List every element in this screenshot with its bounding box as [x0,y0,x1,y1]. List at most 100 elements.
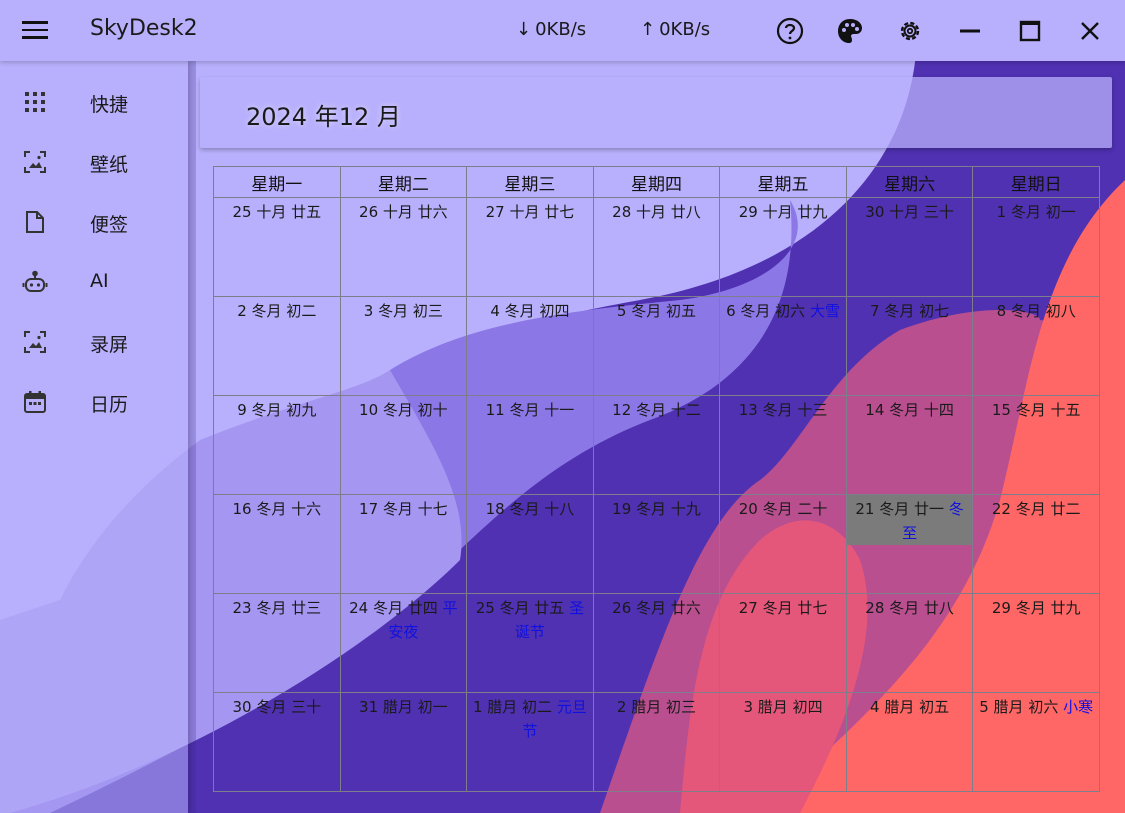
calendar-day-cell[interactable]: 7 冬月 初七 [845,296,974,396]
calendar-day-cell[interactable]: 27 冬月 廿七 [719,593,847,693]
calendar-day-cell[interactable]: 9 冬月 初九 [213,395,341,495]
calendar-day-cell[interactable]: 2 冬月 初二 [213,296,341,396]
calendar-day-cell[interactable]: 17 冬月 十七 [339,494,468,594]
calendar-day-cell[interactable]: 13 冬月 十三 [719,395,847,495]
calendar-day-cell[interactable]: 12 冬月 十二 [592,395,721,495]
day-content: 24 冬月 廿四 平安夜 [341,594,467,644]
day-lunar-label: 31 腊月 初一 [359,698,448,716]
sidebar-item-label: 壁纸 [90,154,129,176]
day-lunar-label: 26 冬月 廿六 [612,599,701,617]
day-content: 4 冬月 初四 [467,297,593,323]
sidebar-item-label: 日历 [90,394,129,416]
day-content: 20 冬月 二十 [720,495,846,521]
day-lunar-label: 7 冬月 初七 [870,302,950,320]
day-lunar-label: 18 冬月 十八 [485,500,575,518]
calendar-day-cell[interactable]: 27 十月 廿七 [466,197,594,297]
day-content: 26 十月 廿六 [341,198,467,224]
calendar-day-cell[interactable]: 5 冬月 初五 [592,296,721,396]
calendar-day-cell[interactable]: 2 腊月 初三 [592,692,721,792]
month-header: 2024 年12 月 [200,77,1112,148]
day-lunar-label: 1 冬月 初一 [996,203,1076,221]
calendar-day-cell[interactable]: 18 冬月 十八 [466,494,594,594]
day-content: 8 冬月 初八 [973,297,1099,323]
close-icon[interactable] [1075,16,1105,46]
calendar-day-cell[interactable]: 3 腊月 初四 [719,692,847,792]
calendar-day-cell[interactable]: 16 冬月 十六 [213,494,341,594]
calendar-day-cell[interactable]: 29 十月 廿九 [719,197,847,297]
calendar-day-cell[interactable]: 26 冬月 廿六 [592,593,721,693]
day-content: 6 冬月 初六 大雪 [720,297,846,323]
help-icon[interactable] [775,16,805,46]
festival-label: 小寒 [1063,698,1094,716]
day-content: 28 冬月 廿八 [847,594,973,620]
calendar-day-cell[interactable]: 14 冬月 十四 [845,395,974,495]
day-content: 1 冬月 初一 [973,198,1099,224]
day-lunar-label: 14 冬月 十四 [865,401,954,419]
calendar-day-cell[interactable]: 21 冬月 廿一 冬至 [845,494,974,594]
app-title: SkyDesk2 [90,16,198,41]
calendar-day-cell[interactable]: 20 冬月 二十 [719,494,847,594]
weekday-header: 星期四 [592,166,721,198]
day-content: 31 腊月 初一 [341,693,467,719]
minimize-icon[interactable] [955,16,985,46]
calendar-week-row: 23 冬月 廿三 24 冬月 廿四 平安夜 25 冬月 廿五 圣诞节 26 冬月 廿六… [213,593,1100,693]
calendar-day-cell[interactable]: 25 冬月 廿五 圣诞节 [466,593,594,693]
sidebar-item-wallpaper[interactable]: 壁纸 [0,141,188,181]
calendar-day-cell[interactable]: 3 冬月 初三 [339,296,468,396]
day-lunar-label: 15 冬月 十五 [991,401,1081,419]
calendar-day-cell[interactable]: 22 冬月 廿二 [972,494,1100,594]
calendar-day-cell[interactable]: 26 十月 廿六 [339,197,468,297]
calendar-day-cell[interactable]: 6 冬月 初六 大雪 [719,296,847,396]
day-lunar-label: 27 冬月 廿七 [738,599,828,617]
palette-icon[interactable] [835,16,865,46]
calendar-day-cell[interactable]: 29 冬月 廿九 [972,593,1100,693]
sidebar-item-screen-record[interactable]: 录屏 [0,321,188,361]
day-lunar-label: 23 冬月 廿三 [232,599,322,617]
day-content: 10 冬月 初十 [341,396,467,422]
day-content: 7 冬月 初七 [847,297,973,323]
day-lunar-label: 17 冬月 十七 [359,500,448,518]
day-lunar-label: 29 十月 廿九 [738,203,828,221]
calendar-day-cell[interactable]: 31 腊月 初一 [339,692,468,792]
sidebar-item-label: 便签 [90,214,129,236]
day-content: 27 十月 廿七 [467,198,593,224]
calendar-day-cell[interactable]: 4 冬月 初四 [466,296,594,396]
day-lunar-label: 22 冬月 廿二 [991,500,1081,518]
day-content: 21 冬月 廿一 冬至 [846,495,973,545]
calendar-day-cell[interactable]: 25 十月 廿五 [213,197,341,297]
calendar-week-row: 2 冬月 初二 3 冬月 初三 4 冬月 初四 5 冬月 初五 6 冬月 初六 大雪 7 … [213,296,1100,396]
calendar-day-cell[interactable]: 1 腊月 初二 元旦节 [466,692,594,792]
calendar-day-cell[interactable]: 1 冬月 初一 [972,197,1100,297]
calendar-day-cell[interactable]: 5 腊月 初六 小寒 [972,692,1100,792]
download-speed-value: 0KB/s [535,19,587,40]
day-lunar-label: 28 十月 廿八 [612,203,701,221]
calendar-day-cell[interactable]: 19 冬月 十九 [592,494,721,594]
weekday-header-row: 星期一 星期二 星期三 星期四 星期五 星期六 星期日 [213,166,1100,198]
calendar-day-cell[interactable]: 28 十月 廿八 [592,197,721,297]
calendar-day-cell[interactable]: 28 冬月 廿八 [845,593,974,693]
calendar-day-cell[interactable]: 15 冬月 十五 [972,395,1100,495]
maximize-icon[interactable] [1015,16,1045,46]
day-lunar-label: 4 腊月 初五 [870,698,950,716]
calendar-day-cell[interactable]: 11 冬月 十一 [466,395,594,495]
sidebar-item-shortcuts[interactable]: 快捷 [0,81,188,121]
day-lunar-label: 2 腊月 初三 [616,698,697,716]
calendar-day-cell[interactable]: 30 冬月 三十 [213,692,341,792]
gear-icon[interactable] [895,16,925,46]
sidebar-item-notes[interactable]: 便签 [0,201,188,241]
title-bar: SkyDesk2 ↓ 0KB/s ↑ 0KB/s [0,0,1125,61]
calendar-day-cell[interactable]: 24 冬月 廿四 平安夜 [339,593,468,693]
sidebar-item-ai[interactable]: AI [0,261,188,301]
weekday-header: 星期二 [339,166,468,198]
calendar-day-cell[interactable]: 30 十月 三十 [845,197,974,297]
sidebar-item-label: AI [90,270,109,292]
calendar-day-cell[interactable]: 23 冬月 廿三 [213,593,341,693]
menu-icon[interactable] [20,18,50,44]
sidebar-item-calendar[interactable]: 日历 [0,381,188,421]
day-lunar-label: 1 腊月 初二 [472,698,553,716]
calendar-day-cell[interactable]: 8 冬月 初八 [972,296,1100,396]
day-content: 13 冬月 十三 [720,396,846,422]
day-lunar-label: 11 冬月 十一 [485,401,575,419]
calendar-day-cell[interactable]: 10 冬月 初十 [339,395,468,495]
calendar-day-cell[interactable]: 4 腊月 初五 [845,692,974,792]
